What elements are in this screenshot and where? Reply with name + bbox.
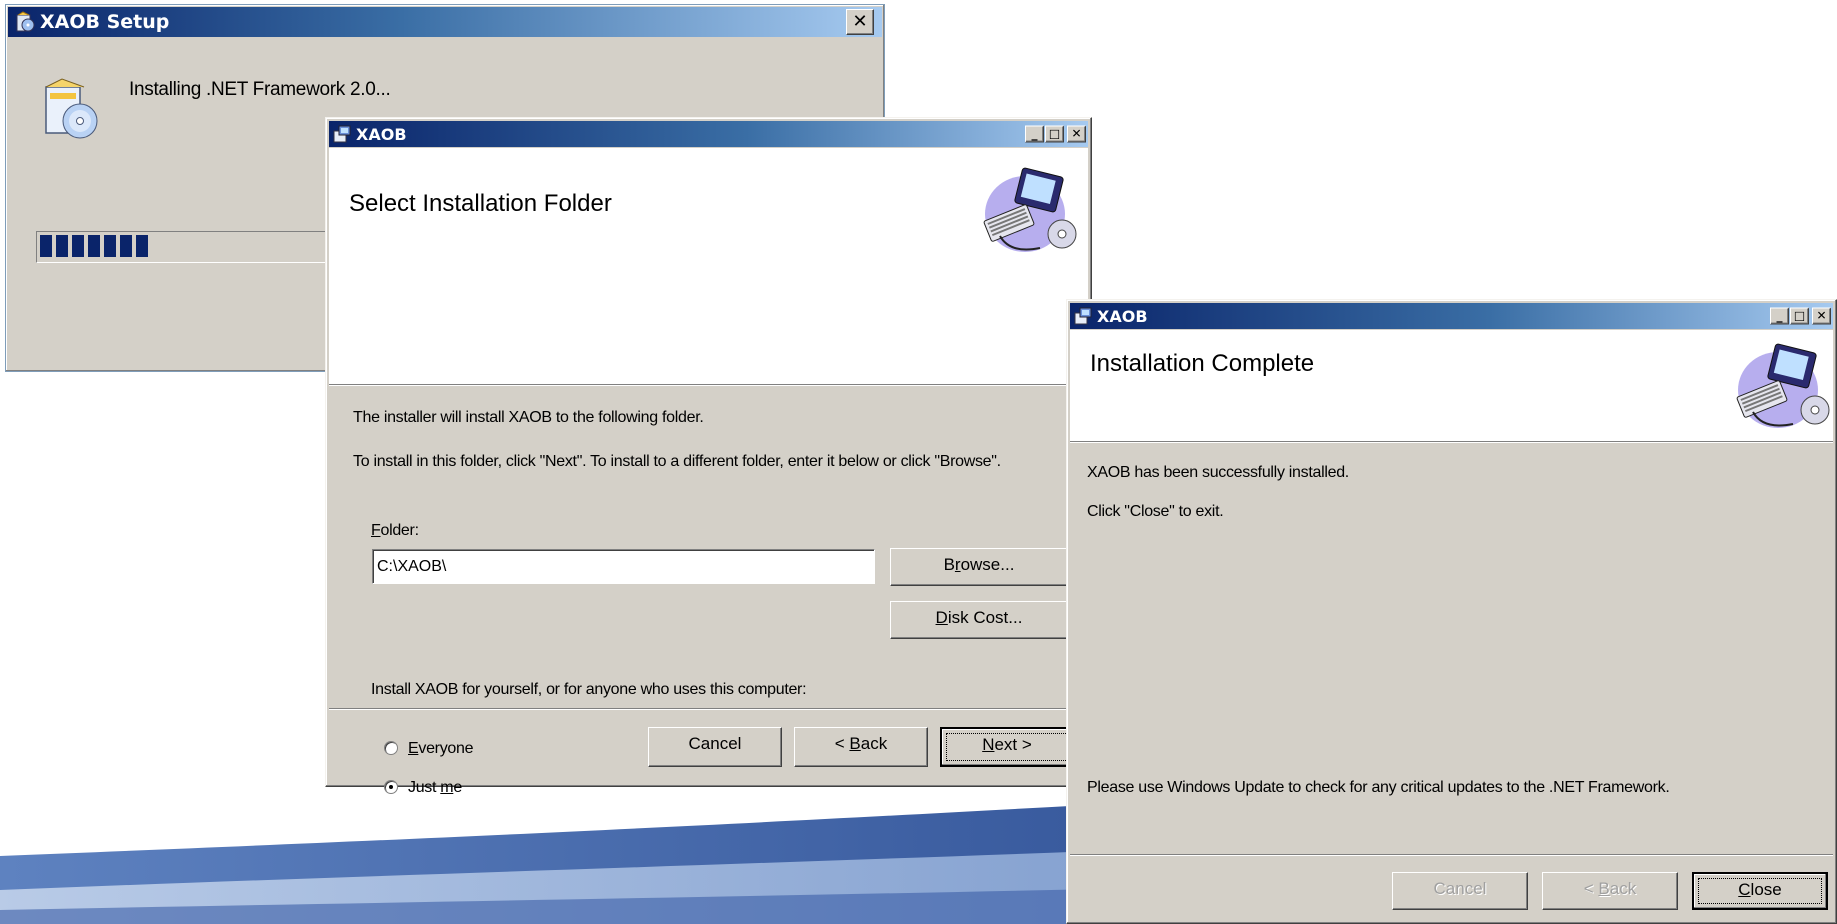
progress-chunk (120, 235, 132, 257)
complete-cancel-button[interactable]: Cancel (1392, 872, 1528, 910)
complete-close-button[interactable]: ✕ (1812, 307, 1831, 325)
complete-computer-cd-icon (1733, 338, 1833, 434)
folder-back-button[interactable]: < Back (794, 727, 928, 767)
install-for-text: Install XAOB for yourself, or for anyone… (371, 681, 807, 698)
radio-just-me[interactable] (384, 780, 398, 794)
complete-back-button[interactable]: < Back (1542, 872, 1678, 910)
complete-update-note: Please use Windows Update to check for a… (1087, 779, 1670, 796)
folder-minimize-button[interactable]: _ (1025, 125, 1044, 143)
radio-just-me-label[interactable]: Just me (408, 779, 462, 797)
complete-success-text: XAOB has been successfully installed. (1087, 464, 1349, 481)
complete-titlebar[interactable]: XAOB _ □ ✕ (1070, 303, 1833, 329)
radio-everyone-label[interactable]: Everyone (408, 740, 474, 758)
complete-footer-separator (1070, 854, 1833, 856)
folder-close-button[interactable]: ✕ (1067, 125, 1086, 143)
folder-field-label: Folder: (371, 522, 419, 539)
folder-dialog: XAOB _ □ ✕ Select Installation Folder Th… (325, 117, 1092, 796)
folder-path-input[interactable] (372, 549, 875, 584)
radio-everyone[interactable] (384, 741, 398, 755)
setup-titlebar[interactable]: XAOB Setup ✕ (8, 7, 882, 37)
setup-title-text: XAOB Setup (40, 11, 170, 33)
folder-app-icon (332, 124, 352, 144)
complete-dialog: XAOB _ □ ✕ Installation Complete XAOB ha… (1066, 299, 1837, 924)
setup-status-text: Installing .NET Framework 2.0... (129, 79, 391, 100)
setup-disc-icon (36, 75, 106, 145)
progress-chunk (56, 235, 68, 257)
disk-cost-button[interactable]: Disk Cost... (890, 601, 1068, 639)
complete-maximize-button[interactable]: □ (1790, 307, 1809, 325)
folder-intro-line2: To install in this folder, click "Next".… (353, 453, 1001, 470)
complete-title-text: XAOB (1097, 306, 1148, 326)
setup-app-icon (14, 11, 36, 33)
folder-next-button[interactable]: Next > (940, 727, 1074, 767)
folder-footer-separator (329, 708, 1088, 710)
complete-app-icon (1073, 306, 1093, 326)
folder-titlebar[interactable]: XAOB _ □ ✕ (329, 121, 1088, 147)
progress-chunk (104, 235, 116, 257)
complete-heading: Installation Complete (1090, 350, 1315, 377)
complete-exit-text: Click "Close" to exit. (1087, 503, 1224, 520)
complete-header-band: Installation Complete (1070, 330, 1833, 442)
progress-chunk (88, 235, 100, 257)
complete-minimize-button[interactable]: _ (1770, 307, 1789, 325)
folder-heading: Select Installation Folder (349, 190, 612, 217)
folder-intro-line1: The installer will install XAOB to the f… (353, 409, 704, 426)
folder-header-band: Select Installation Folder (329, 148, 1088, 385)
browse-button[interactable]: Browse... (890, 548, 1068, 586)
complete-close-dialog-button[interactable]: Close (1692, 872, 1828, 910)
setup-close-button[interactable]: ✕ (846, 9, 874, 35)
progress-chunk (40, 235, 52, 257)
folder-title-text: XAOB (356, 124, 407, 144)
folder-computer-cd-icon (980, 162, 1080, 258)
progress-chunk (136, 235, 148, 257)
folder-maximize-button[interactable]: □ (1045, 125, 1064, 143)
progress-chunk (72, 235, 84, 257)
folder-cancel-button[interactable]: Cancel (648, 727, 782, 767)
